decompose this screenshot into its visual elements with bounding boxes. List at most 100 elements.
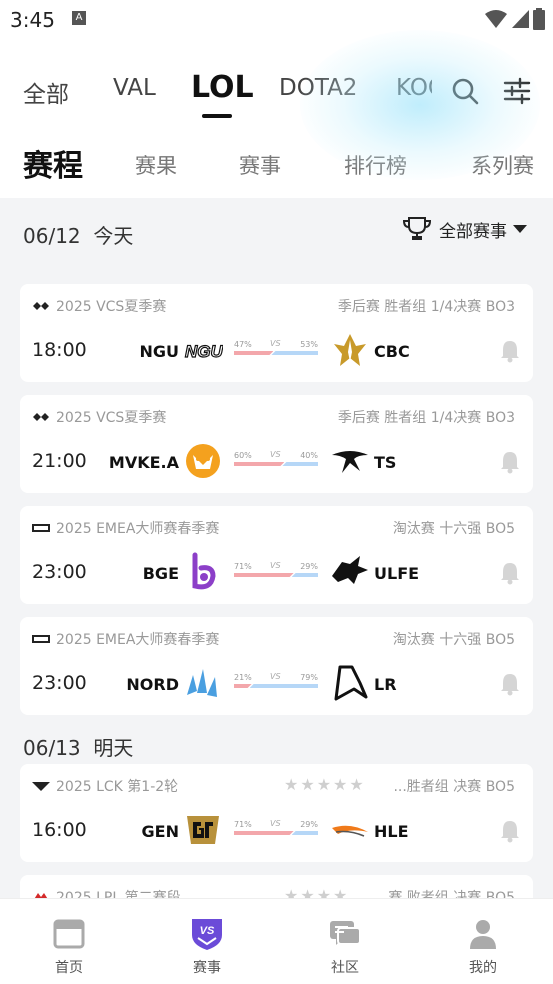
bell-icon[interactable] (499, 450, 521, 474)
league-name: 2025 VCS夏季赛 (56, 299, 167, 315)
tab-all[interactable]: 全部 (23, 75, 69, 109)
search-icon[interactable] (450, 76, 480, 106)
team2-bar (291, 831, 318, 835)
filter-settings-icon[interactable] (502, 76, 532, 106)
league-name: 2025 EMEA大师赛春季赛 (56, 521, 220, 537)
bell-icon[interactable] (499, 819, 521, 843)
team2-name: HLE (374, 822, 409, 841)
nord-logo-icon (187, 669, 217, 697)
prediction-bar: 71% VS 29% (234, 819, 318, 838)
tab-events[interactable]: 赛事 (239, 150, 281, 180)
team2-bar (271, 351, 318, 355)
tab-val[interactable]: VAL (113, 75, 156, 101)
tab-dota2[interactable]: DOTA2 (279, 75, 357, 101)
match-card[interactable]: 2025 EMEA大师赛春季赛 淘汰赛 十六强 BO5 23:00 NORD 2… (20, 617, 533, 715)
event-filter-dropdown[interactable]: 全部赛事 (401, 216, 527, 242)
emea-logo-icon (32, 524, 50, 532)
team1-pct: 21% (234, 673, 252, 682)
league: 2025 VCS夏季赛 (32, 296, 166, 316)
nav-events[interactable]: VS 赛事 (167, 917, 247, 977)
match-time: 21:00 (32, 450, 87, 472)
profile-icon (470, 920, 496, 949)
vs-label: VS (270, 450, 281, 459)
team1-name: NORD (126, 675, 179, 694)
match-time: 18:00 (32, 339, 87, 361)
league-name: 2025 EMEA大师赛春季赛 (56, 632, 220, 648)
cbc-logo-icon (334, 334, 366, 366)
team2-pct: 29% (300, 562, 318, 571)
ulfe-logo-icon (332, 556, 368, 584)
vs-label: VS (270, 819, 281, 828)
rating-stars: ★★★★★ (284, 775, 366, 794)
signal-icon (512, 10, 529, 28)
nav-events-label: 赛事 (193, 960, 221, 976)
tab-lol[interactable]: LOL (191, 70, 254, 105)
match-card[interactable]: 2025 VCS夏季赛 季后赛 胜者组 1/4决赛 BO3 18:00 NGU … (20, 284, 533, 382)
league: 2025 LCK 第1-2轮 (32, 776, 178, 796)
prediction-bar: 21% VS 79% (234, 672, 318, 691)
team1-bar (234, 684, 252, 688)
wifi-icon (485, 10, 507, 28)
match-stage: 淘汰赛 十六强 BO5 (392, 632, 515, 648)
tab-kog[interactable]: KOG (396, 75, 432, 101)
ngu-logo-icon: NGU (184, 341, 223, 361)
vs-label: VS (270, 339, 281, 348)
team1-pct: 47% (234, 340, 252, 349)
status-bar: 3:45 A (0, 0, 553, 40)
battery-icon (533, 8, 545, 30)
vs-shield-icon: VS (192, 919, 222, 950)
bottom-nav: 首页 VS 赛事 社区 我的 (0, 898, 553, 984)
team1-name: MVKE.A (108, 453, 179, 472)
bell-icon[interactable] (499, 672, 521, 696)
nav-community[interactable]: 社区 (305, 917, 385, 977)
team2-name: TS (374, 453, 397, 472)
team2-pct: 29% (300, 820, 318, 829)
emea-logo-icon (32, 635, 50, 643)
hle-logo-icon (332, 825, 368, 837)
bell-icon[interactable] (499, 561, 521, 585)
match-card[interactable]: 2025 EMEA大师赛春季赛 淘汰赛 十六强 BO5 23:00 BGE 71… (20, 506, 533, 604)
trophy-icon (402, 217, 432, 240)
date-label: 06/12 今天 (23, 224, 134, 248)
match-time: 16:00 (32, 819, 87, 841)
team1-name: NGU (139, 342, 179, 361)
team2-name: ULFE (374, 564, 420, 583)
tab-series[interactable]: 系列赛 (471, 150, 534, 180)
tab-results[interactable]: 赛果 (135, 150, 177, 180)
match-card[interactable]: 2025 VCS夏季赛 季后赛 胜者组 1/4决赛 BO3 21:00 MVKE… (20, 395, 533, 493)
team2-bar (249, 684, 318, 688)
team1-pct: 60% (234, 451, 252, 460)
lck-logo-icon (32, 782, 50, 791)
nav-home[interactable]: 首页 (29, 917, 109, 977)
date-header: 06/12 今天 全部赛事 (0, 198, 553, 266)
header: 全部 VAL LOL DOTA2 KOG 赛程 赛果 赛事 排行榜 系列赛 (0, 40, 553, 198)
team1-name: GEN (141, 822, 179, 841)
league-name: 2025 LCK 第1-2轮 (56, 779, 179, 795)
team1-pct: 71% (234, 820, 252, 829)
prediction-bar: 47% VS 53% (234, 339, 318, 358)
vs-label: VS (270, 672, 281, 681)
prediction-bar: 71% VS 29% (234, 561, 318, 580)
nav-profile[interactable]: 我的 (443, 917, 523, 977)
filter-label: 全部赛事 (439, 221, 507, 242)
nav-home-label: 首页 (55, 960, 83, 976)
tab-schedule[interactable]: 赛程 (23, 141, 83, 185)
team2-bar (282, 462, 318, 466)
match-stage: 淘汰赛 十六强 BO5 (392, 521, 515, 537)
bell-icon[interactable] (499, 339, 521, 363)
day-header: 06/13 明天 (23, 736, 134, 760)
tab-rankings[interactable]: 排行榜 (344, 150, 407, 180)
home-icon (53, 919, 85, 949)
match-stage: 季后赛 胜者组 1/4决赛 BO3 (337, 410, 515, 426)
league: 2025 EMEA大师赛春季赛 (32, 629, 219, 649)
match-card[interactable]: 2025 LCK 第1-2轮 ★★★★★ ...胜者组 决赛 BO5 16:00… (20, 764, 533, 862)
svg-text:NGU: NGU (185, 342, 223, 361)
team1-bar (234, 351, 273, 355)
team2-pct: 40% (300, 451, 318, 460)
sub-tabs: 赛程 赛果 赛事 排行榜 系列赛 (0, 138, 553, 188)
team1-name: BGE (142, 564, 179, 583)
match-stage: 季后赛 胜者组 1/4决赛 BO3 (337, 299, 515, 315)
game-tabs: 全部 VAL LOL DOTA2 KOG (0, 70, 432, 120)
vs-label: VS (270, 561, 281, 570)
vcs-logo-icon (33, 302, 49, 310)
